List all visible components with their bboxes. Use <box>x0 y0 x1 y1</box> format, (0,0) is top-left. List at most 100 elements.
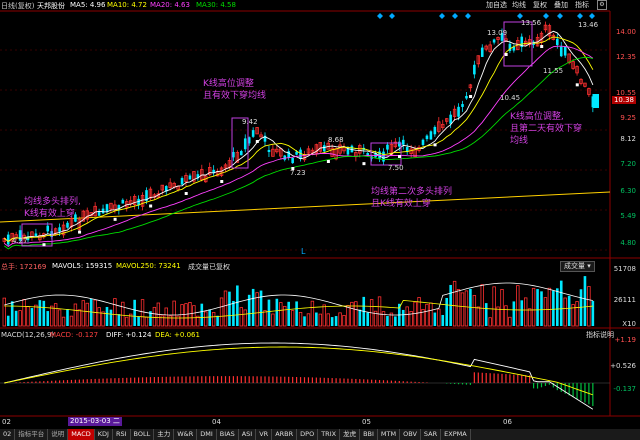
tab-main-force[interactable]: 主力 <box>154 429 175 440</box>
candle-down <box>322 145 326 152</box>
volume-bar-up <box>2 297 6 327</box>
volume-bar-down <box>445 297 448 326</box>
settings-icon[interactable]: ⚙ <box>597 0 607 10</box>
indicator-help-link[interactable]: 指标说明 <box>586 330 614 340</box>
tab-rsi[interactable]: RSI <box>113 429 131 440</box>
tab-sar[interactable]: SAR <box>421 429 442 440</box>
candle-down <box>34 233 38 237</box>
price-tick: 8.12 <box>620 135 636 143</box>
candle-down <box>121 199 125 204</box>
volume-bar-up <box>405 306 409 327</box>
volume-dropdown[interactable]: 成交量 ▾ <box>560 261 595 272</box>
volume-bar-up <box>243 309 247 327</box>
tab-indicator-platform[interactable]: 指标平台 <box>15 429 49 440</box>
candle-down <box>492 39 496 43</box>
price-tick: 6.30 <box>620 187 636 195</box>
tab-expma[interactable]: EXPMA <box>441 429 471 440</box>
volume-bar-up <box>192 305 196 327</box>
price-tick: 9.25 <box>620 114 636 122</box>
volume-bar-up <box>22 299 26 327</box>
macd-title: MACD(12,26,9) <box>1 331 55 339</box>
candle-down <box>401 139 405 145</box>
tab-obv[interactable]: OBV <box>400 429 421 440</box>
adjust-button[interactable]: 复权 <box>533 0 547 10</box>
signal-marker <box>78 230 82 234</box>
price-label: 11.55 <box>543 67 564 75</box>
volume-bar-down <box>133 299 136 326</box>
tab-dragon-tiger[interactable]: 龙虎 <box>340 429 361 440</box>
tab-dpo[interactable]: DPO <box>297 429 319 440</box>
candle-down <box>291 157 294 164</box>
chart-canvas[interactable] <box>0 0 640 440</box>
volume-bar-up <box>121 301 125 327</box>
volume-bar-up <box>239 307 243 327</box>
candle-down <box>240 150 243 156</box>
tab-wr[interactable]: W&R <box>174 429 198 440</box>
tab-asi[interactable]: ASI <box>239 429 257 440</box>
diamond-marker <box>439 13 445 19</box>
volume-note: 成交量已复权 <box>188 263 230 271</box>
volume-bar-up <box>125 316 129 327</box>
diamond-marker <box>465 13 471 19</box>
volume-bar-up <box>101 311 105 327</box>
diamond-marker <box>557 13 563 19</box>
tab-macd[interactable]: MACD <box>68 429 95 440</box>
indicator-button[interactable]: 指标 <box>575 0 589 10</box>
tab-kdj[interactable]: KDJ <box>95 429 113 440</box>
ma-button[interactable]: 均线 <box>512 0 526 10</box>
diamond-marker <box>577 13 583 19</box>
volume-bar-up <box>531 287 536 327</box>
volume-bar-down <box>386 315 389 326</box>
tab-trix[interactable]: TRIX <box>318 429 341 440</box>
ma20-label: MA20: 4.63 <box>150 1 190 9</box>
volume-bar-down <box>232 300 235 326</box>
volume-bar-up <box>168 315 172 327</box>
candle-down <box>425 135 429 140</box>
tab-dmi[interactable]: DMI <box>197 429 217 440</box>
tab-mtm[interactable]: MTM <box>378 429 401 440</box>
volume-bar-up <box>500 289 504 327</box>
volume-bar-up <box>496 306 500 327</box>
volume-bar-up <box>310 300 315 327</box>
candle-down <box>6 234 10 245</box>
volume-bar-up <box>318 313 322 327</box>
diamond-marker <box>452 13 458 19</box>
volume-bar-up <box>413 301 417 327</box>
volume-bar-down <box>259 290 263 326</box>
tab-explain[interactable]: 说明 <box>48 429 69 440</box>
volume-bar-up <box>575 301 579 327</box>
volume-bar-up <box>176 315 180 327</box>
period-label[interactable]: 日线(复权) <box>1 1 34 11</box>
candle-down <box>457 106 460 117</box>
signal-marker <box>540 45 544 48</box>
l-marker: L <box>301 247 306 256</box>
overlay-button[interactable]: 叠加 <box>554 0 568 10</box>
tab-bbi[interactable]: BBI <box>360 429 378 440</box>
volume-bar-up <box>180 304 184 327</box>
tab-boll[interactable]: BOLL <box>131 429 155 440</box>
macd-tick: -0.137 <box>613 385 636 393</box>
volume-bar-up <box>298 311 303 327</box>
tab-arbr[interactable]: ARBR <box>272 429 298 440</box>
tab-bias[interactable]: BIAS <box>217 429 239 440</box>
candle-down <box>465 95 468 99</box>
volume-bar-up <box>354 301 358 327</box>
volume-bar-up <box>452 280 457 327</box>
signal-marker <box>184 192 188 195</box>
diff-line <box>4 342 594 410</box>
volume-bar-down <box>394 316 397 326</box>
price-label: 9.42 <box>242 118 258 126</box>
volume-bar-up <box>460 292 465 327</box>
tab-vr[interactable]: VR <box>256 429 273 440</box>
volume-bar-down <box>30 308 34 326</box>
current-price-badge: 10.38 <box>611 96 636 104</box>
volume-bar-down <box>200 303 204 326</box>
tab-02[interactable]: 02 <box>0 429 16 440</box>
volume-bar-down <box>556 288 559 326</box>
volume-bar-up <box>85 302 89 327</box>
add-favorite-button[interactable]: 加自选 <box>486 0 507 10</box>
signal-marker <box>433 143 437 147</box>
volume-bar-down <box>117 314 121 326</box>
candle-down <box>563 46 567 56</box>
diamond-marker <box>589 13 595 19</box>
